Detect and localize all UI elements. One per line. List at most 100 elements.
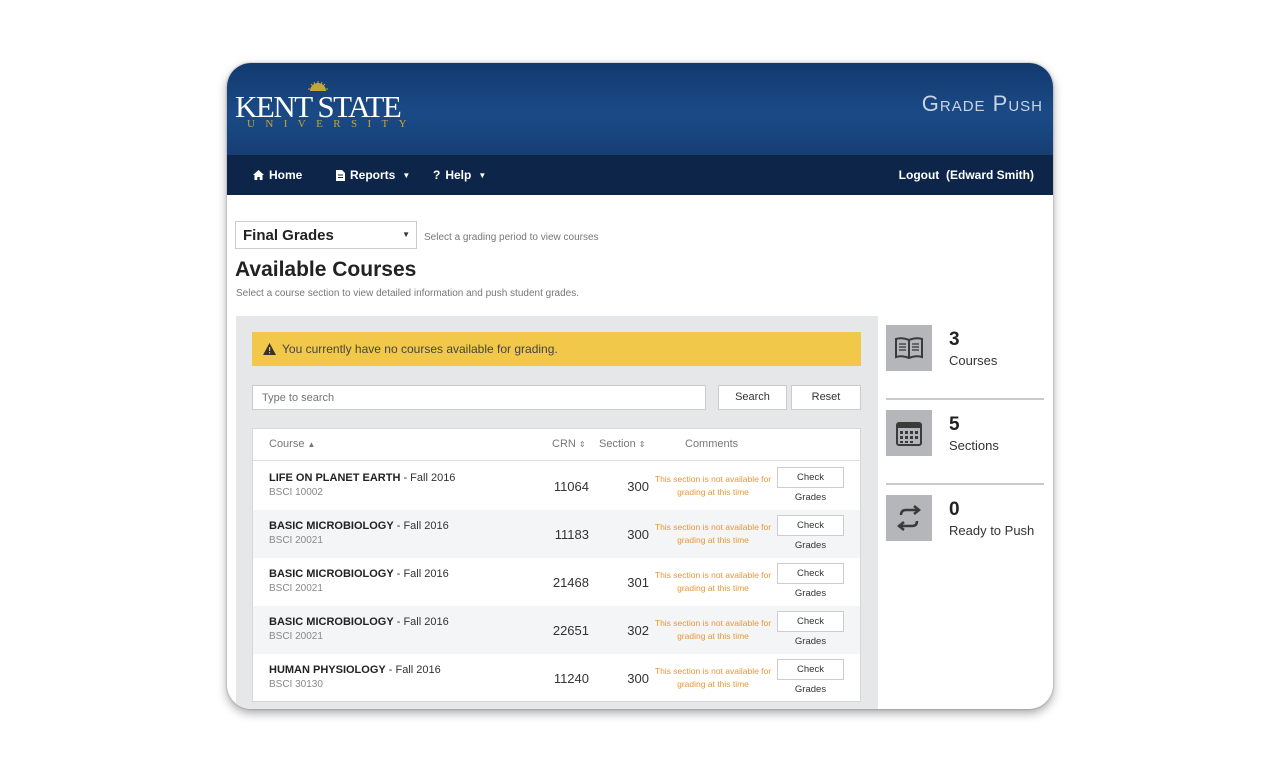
home-icon: [253, 170, 264, 180]
divider: [886, 483, 1044, 485]
courses-table: Course ▲ CRN ⇕ Section ⇕ Comments LIFE O…: [252, 428, 861, 702]
table-row[interactable]: BASIC MICROBIOLOGY - Fall 2016 BSCI 2002…: [253, 510, 860, 558]
row-comment: This section is not available for gradin…: [654, 474, 772, 497]
stat-label: Ready to Push: [949, 523, 1035, 538]
stat-value: 3: [949, 329, 960, 350]
stat-label: Courses: [949, 353, 998, 368]
grading-period-value: Final Grades: [243, 227, 334, 244]
course-code: BSCI 20021: [269, 583, 323, 594]
courses-panel: You currently have no courses available …: [236, 316, 878, 709]
column-course-label: Course: [269, 438, 305, 450]
section-value: 301: [627, 575, 649, 590]
table-row[interactable]: HUMAN PHYSIOLOGY - Fall 2016 BSCI 30130 …: [253, 654, 860, 702]
row-comment: This section is not available for gradin…: [654, 618, 772, 641]
nav-reports-label: Reports: [350, 168, 396, 182]
column-section-label: Section: [599, 438, 636, 450]
navbar: Home Reports ▼ ? Help ▼ Logout (Edward S…: [227, 155, 1053, 195]
section-value: 300: [627, 671, 649, 686]
table-header: Course ▲ CRN ⇕ Section ⇕ Comments: [253, 429, 860, 461]
warning-icon: [263, 343, 276, 355]
divider: [886, 398, 1044, 400]
stat-ready-to-push[interactable]: 0 Ready to Push: [886, 486, 1044, 570]
logo-subtitle: UNIVERSITY: [247, 118, 417, 130]
grades-link[interactable]: Grades: [777, 684, 844, 695]
course-term: - Fall 2016: [396, 616, 449, 628]
grades-link[interactable]: Grades: [777, 636, 844, 647]
stat-courses[interactable]: 3 Courses: [886, 316, 1044, 400]
column-course[interactable]: Course ▲: [269, 438, 315, 450]
grades-link[interactable]: Grades: [777, 492, 844, 503]
row-comment: This section is not available for gradin…: [654, 522, 772, 545]
table-row[interactable]: BASIC MICROBIOLOGY - Fall 2016 BSCI 2002…: [253, 558, 860, 606]
question-icon: ?: [433, 168, 441, 182]
stat-value: 0: [949, 499, 960, 520]
no-courses-alert: You currently have no courses available …: [252, 332, 861, 366]
page-title: Available Courses: [235, 258, 417, 281]
course-title: BASIC MICROBIOLOGY - Fall 2016: [269, 520, 449, 532]
column-crn-label: CRN: [552, 438, 576, 450]
course-term: - Fall 2016: [396, 568, 449, 580]
column-comments: Comments: [685, 438, 739, 450]
row-comment: This section is not available for gradin…: [654, 570, 772, 593]
check-button[interactable]: Check: [777, 659, 844, 680]
nav-help[interactable]: ? Help ▼: [433, 168, 486, 182]
nav-logout[interactable]: Logout (Edward Smith): [899, 168, 1034, 182]
app-title: Grade Push: [921, 91, 1043, 116]
grading-period-hint: Select a grading period to view courses: [424, 232, 599, 243]
table-row[interactable]: LIFE ON PLANET EARTH - Fall 2016 BSCI 10…: [253, 462, 860, 510]
chevron-down-icon: ▼: [402, 170, 411, 180]
check-button[interactable]: Check: [777, 563, 844, 584]
chevron-down-icon: ▼: [478, 170, 487, 180]
row-comment: This section is not available for gradin…: [654, 666, 772, 689]
stats-sidebar: 3 Courses 5 Sections 0 Ready to Push: [878, 316, 1053, 709]
check-button[interactable]: Check: [777, 467, 844, 488]
nav-reports[interactable]: Reports ▼: [336, 168, 410, 182]
grades-link[interactable]: Grades: [777, 540, 844, 551]
stat-sections[interactable]: 5 Sections: [886, 401, 1044, 485]
table-row[interactable]: BASIC MICROBIOLOGY - Fall 2016 BSCI 2002…: [253, 606, 860, 654]
calendar-icon: [886, 410, 932, 456]
stat-label: Sections: [949, 438, 999, 453]
column-section[interactable]: Section ⇕: [599, 438, 645, 450]
check-button[interactable]: Check: [777, 611, 844, 632]
sort-icon: ⇕: [578, 440, 586, 449]
nav-home-label: Home: [269, 168, 303, 182]
document-icon: [336, 169, 345, 181]
course-term: - Fall 2016: [403, 472, 456, 484]
header: KENT STATE UNIVERSITY Grade Push: [227, 63, 1053, 155]
nav-home[interactable]: Home: [253, 168, 302, 182]
course-title: HUMAN PHYSIOLOGY - Fall 2016: [269, 664, 441, 676]
crn-value: 11064: [553, 479, 589, 494]
nav-help-label: Help: [445, 168, 472, 182]
sync-icon: [886, 495, 932, 541]
course-title: BASIC MICROBIOLOGY - Fall 2016: [269, 616, 449, 628]
course-name: HUMAN PHYSIOLOGY: [269, 664, 386, 676]
section-value: 300: [627, 527, 649, 542]
search-input[interactable]: [252, 385, 706, 410]
kent-state-logo[interactable]: KENT STATE UNIVERSITY: [235, 81, 407, 131]
crn-value: 11240: [553, 671, 589, 686]
grading-period-select[interactable]: Final Grades ▼: [235, 221, 417, 249]
alert-message: You currently have no courses available …: [282, 342, 558, 356]
sort-icon: ⇕: [638, 440, 646, 449]
app-window: KENT STATE UNIVERSITY Grade Push Home Re…: [227, 63, 1053, 709]
reset-button[interactable]: Reset: [791, 385, 861, 410]
course-title: LIFE ON PLANET EARTH - Fall 2016: [269, 472, 455, 484]
crn-value: 22651: [552, 623, 589, 638]
crn-value: 21468: [552, 575, 589, 590]
course-code: BSCI 30130: [269, 679, 323, 690]
user-name: (Edward Smith): [945, 168, 1034, 182]
logout-label: Logout: [898, 168, 940, 182]
course-code: BSCI 10002: [269, 487, 323, 498]
course-name: LIFE ON PLANET EARTH: [269, 472, 401, 484]
course-term: - Fall 2016: [396, 520, 449, 532]
chevron-down-icon: ▼: [402, 230, 410, 239]
course-title: BASIC MICROBIOLOGY - Fall 2016: [269, 568, 449, 580]
course-name: BASIC MICROBIOLOGY: [269, 568, 394, 580]
crn-value: 11183: [554, 527, 589, 542]
course-name: BASIC MICROBIOLOGY: [269, 616, 394, 628]
check-button[interactable]: Check: [777, 515, 844, 536]
search-button[interactable]: Search: [718, 385, 787, 410]
grades-link[interactable]: Grades: [777, 588, 844, 599]
column-crn[interactable]: CRN ⇕: [552, 438, 586, 450]
